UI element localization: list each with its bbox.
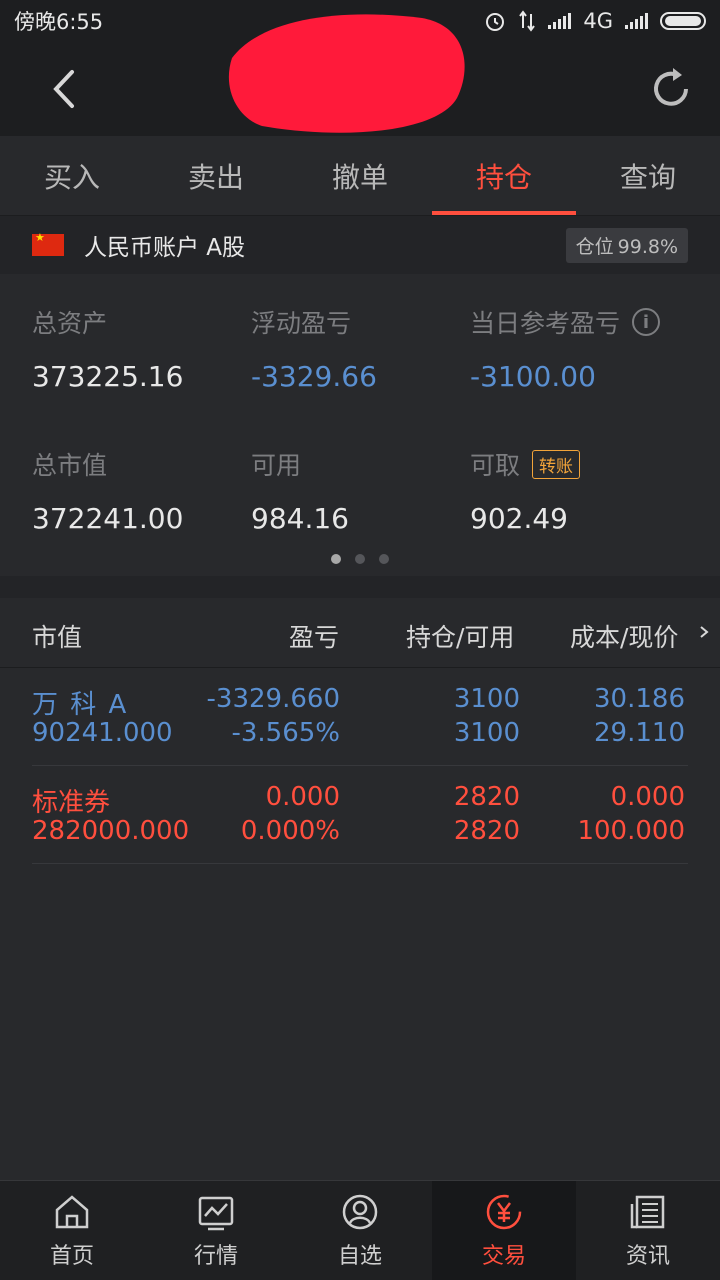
page-dot: [379, 554, 389, 564]
stock-cost: 30.186: [594, 684, 685, 714]
account-row[interactable]: 人民币账户 A股 仓位99.8%: [0, 216, 720, 274]
home-icon: [55, 1194, 89, 1228]
stock-market-value: 282000.000: [32, 816, 190, 846]
header-market-value[interactable]: 市值: [32, 618, 82, 654]
total-assets: 总资产 373225.16: [32, 309, 184, 393]
bottom-nav: 首页 行情 自选 交易 资讯: [0, 1180, 720, 1280]
battery-icon: [660, 12, 706, 30]
daily-pl: 当日参考盈亏 i -3100.00: [470, 304, 710, 393]
nav-market[interactable]: 行情: [144, 1181, 288, 1280]
stock-price: 29.110: [594, 718, 685, 748]
page-dot: [355, 554, 365, 564]
stock-pl: 0.000: [265, 782, 340, 812]
stock-available: 3100: [453, 718, 520, 748]
trade-tabs: 买入 卖出 撤单 持仓 查询: [0, 136, 720, 216]
page-dot: [331, 554, 341, 564]
stock-price: 100.000: [577, 816, 685, 846]
stock-market-value: 90241.000: [32, 718, 173, 748]
header-holding-available[interactable]: 持仓/可用: [406, 618, 514, 654]
news-icon: [630, 1195, 665, 1228]
row-divider: [32, 863, 688, 864]
stock-holding: 2820: [453, 782, 520, 812]
nav-trade[interactable]: 交易: [432, 1181, 576, 1280]
info-icon[interactable]: i: [632, 308, 661, 336]
signal-icon: [548, 13, 572, 29]
alarm-icon: [486, 13, 505, 31]
stock-pl-pct: 0.000%: [240, 816, 340, 846]
tab-sell[interactable]: 卖出: [144, 136, 288, 215]
yuan-icon: [486, 1194, 522, 1229]
position-badge: 仓位 99.8%: [565, 227, 688, 263]
page-indicator: [0, 554, 720, 564]
holdings-header: 市值 盈亏 持仓/可用 成本/现价: [0, 598, 720, 668]
stock-name: 万 科 A: [32, 690, 129, 720]
nav-home[interactable]: 首页: [0, 1181, 144, 1280]
network-label: 4G: [583, 9, 613, 33]
nav-watchlist[interactable]: 自选: [288, 1181, 432, 1280]
stock-cost: 0.000: [610, 782, 685, 812]
stock-pl-pct: -3.565%: [231, 718, 340, 748]
china-flag-icon: [32, 231, 64, 256]
chevron-right-icon[interactable]: [698, 624, 710, 640]
refresh-icon[interactable]: [646, 64, 696, 114]
stock-holding: 3100: [453, 684, 520, 714]
tab-holdings[interactable]: 持仓: [432, 136, 576, 215]
nav-news[interactable]: 资讯: [576, 1181, 720, 1280]
transfer-button[interactable]: 转账: [532, 449, 581, 479]
stock-available: 2820: [453, 816, 520, 846]
asset-summary[interactable]: 总资产 373225.16 浮动盈亏 -3329.66 当日参考盈亏 i -310…: [0, 274, 720, 576]
data-transfer-icon: [519, 10, 536, 32]
account-name: 人民币账户 A股: [84, 235, 246, 261]
table-row[interactable]: 标准券 282000.000 0.000 0.000% 2820 2820 0.…: [0, 766, 720, 864]
redacted-title: [228, 14, 465, 133]
chart-icon: [198, 1196, 234, 1230]
header-pl[interactable]: 盈亏: [289, 618, 339, 654]
holdings-list: 万 科 A 90241.000 -3329.660 -3.565% 3100 3…: [0, 668, 720, 1180]
stock-pl: -3329.660: [206, 684, 340, 714]
nav-bar: [0, 14, 720, 136]
tab-query[interactable]: 查询: [576, 136, 720, 215]
tab-buy[interactable]: 买入: [0, 136, 144, 215]
signal-icon-2: [625, 13, 648, 29]
header-cost-price[interactable]: 成本/现价: [570, 618, 678, 654]
user-circle-icon: [342, 1194, 378, 1229]
withdrawable-funds: 可取 转账 902.49: [470, 446, 690, 535]
floating-pl: 浮动盈亏 -3329.66: [251, 309, 377, 393]
available-funds: 可用 984.16: [251, 451, 349, 535]
stock-name: 标准券: [32, 788, 111, 818]
market-value: 总市值 372241.00: [32, 451, 184, 535]
back-icon[interactable]: [40, 64, 90, 114]
tab-cancel[interactable]: 撤单: [288, 136, 432, 215]
table-row[interactable]: 万 科 A 90241.000 -3329.660 -3.565% 3100 3…: [0, 668, 720, 766]
